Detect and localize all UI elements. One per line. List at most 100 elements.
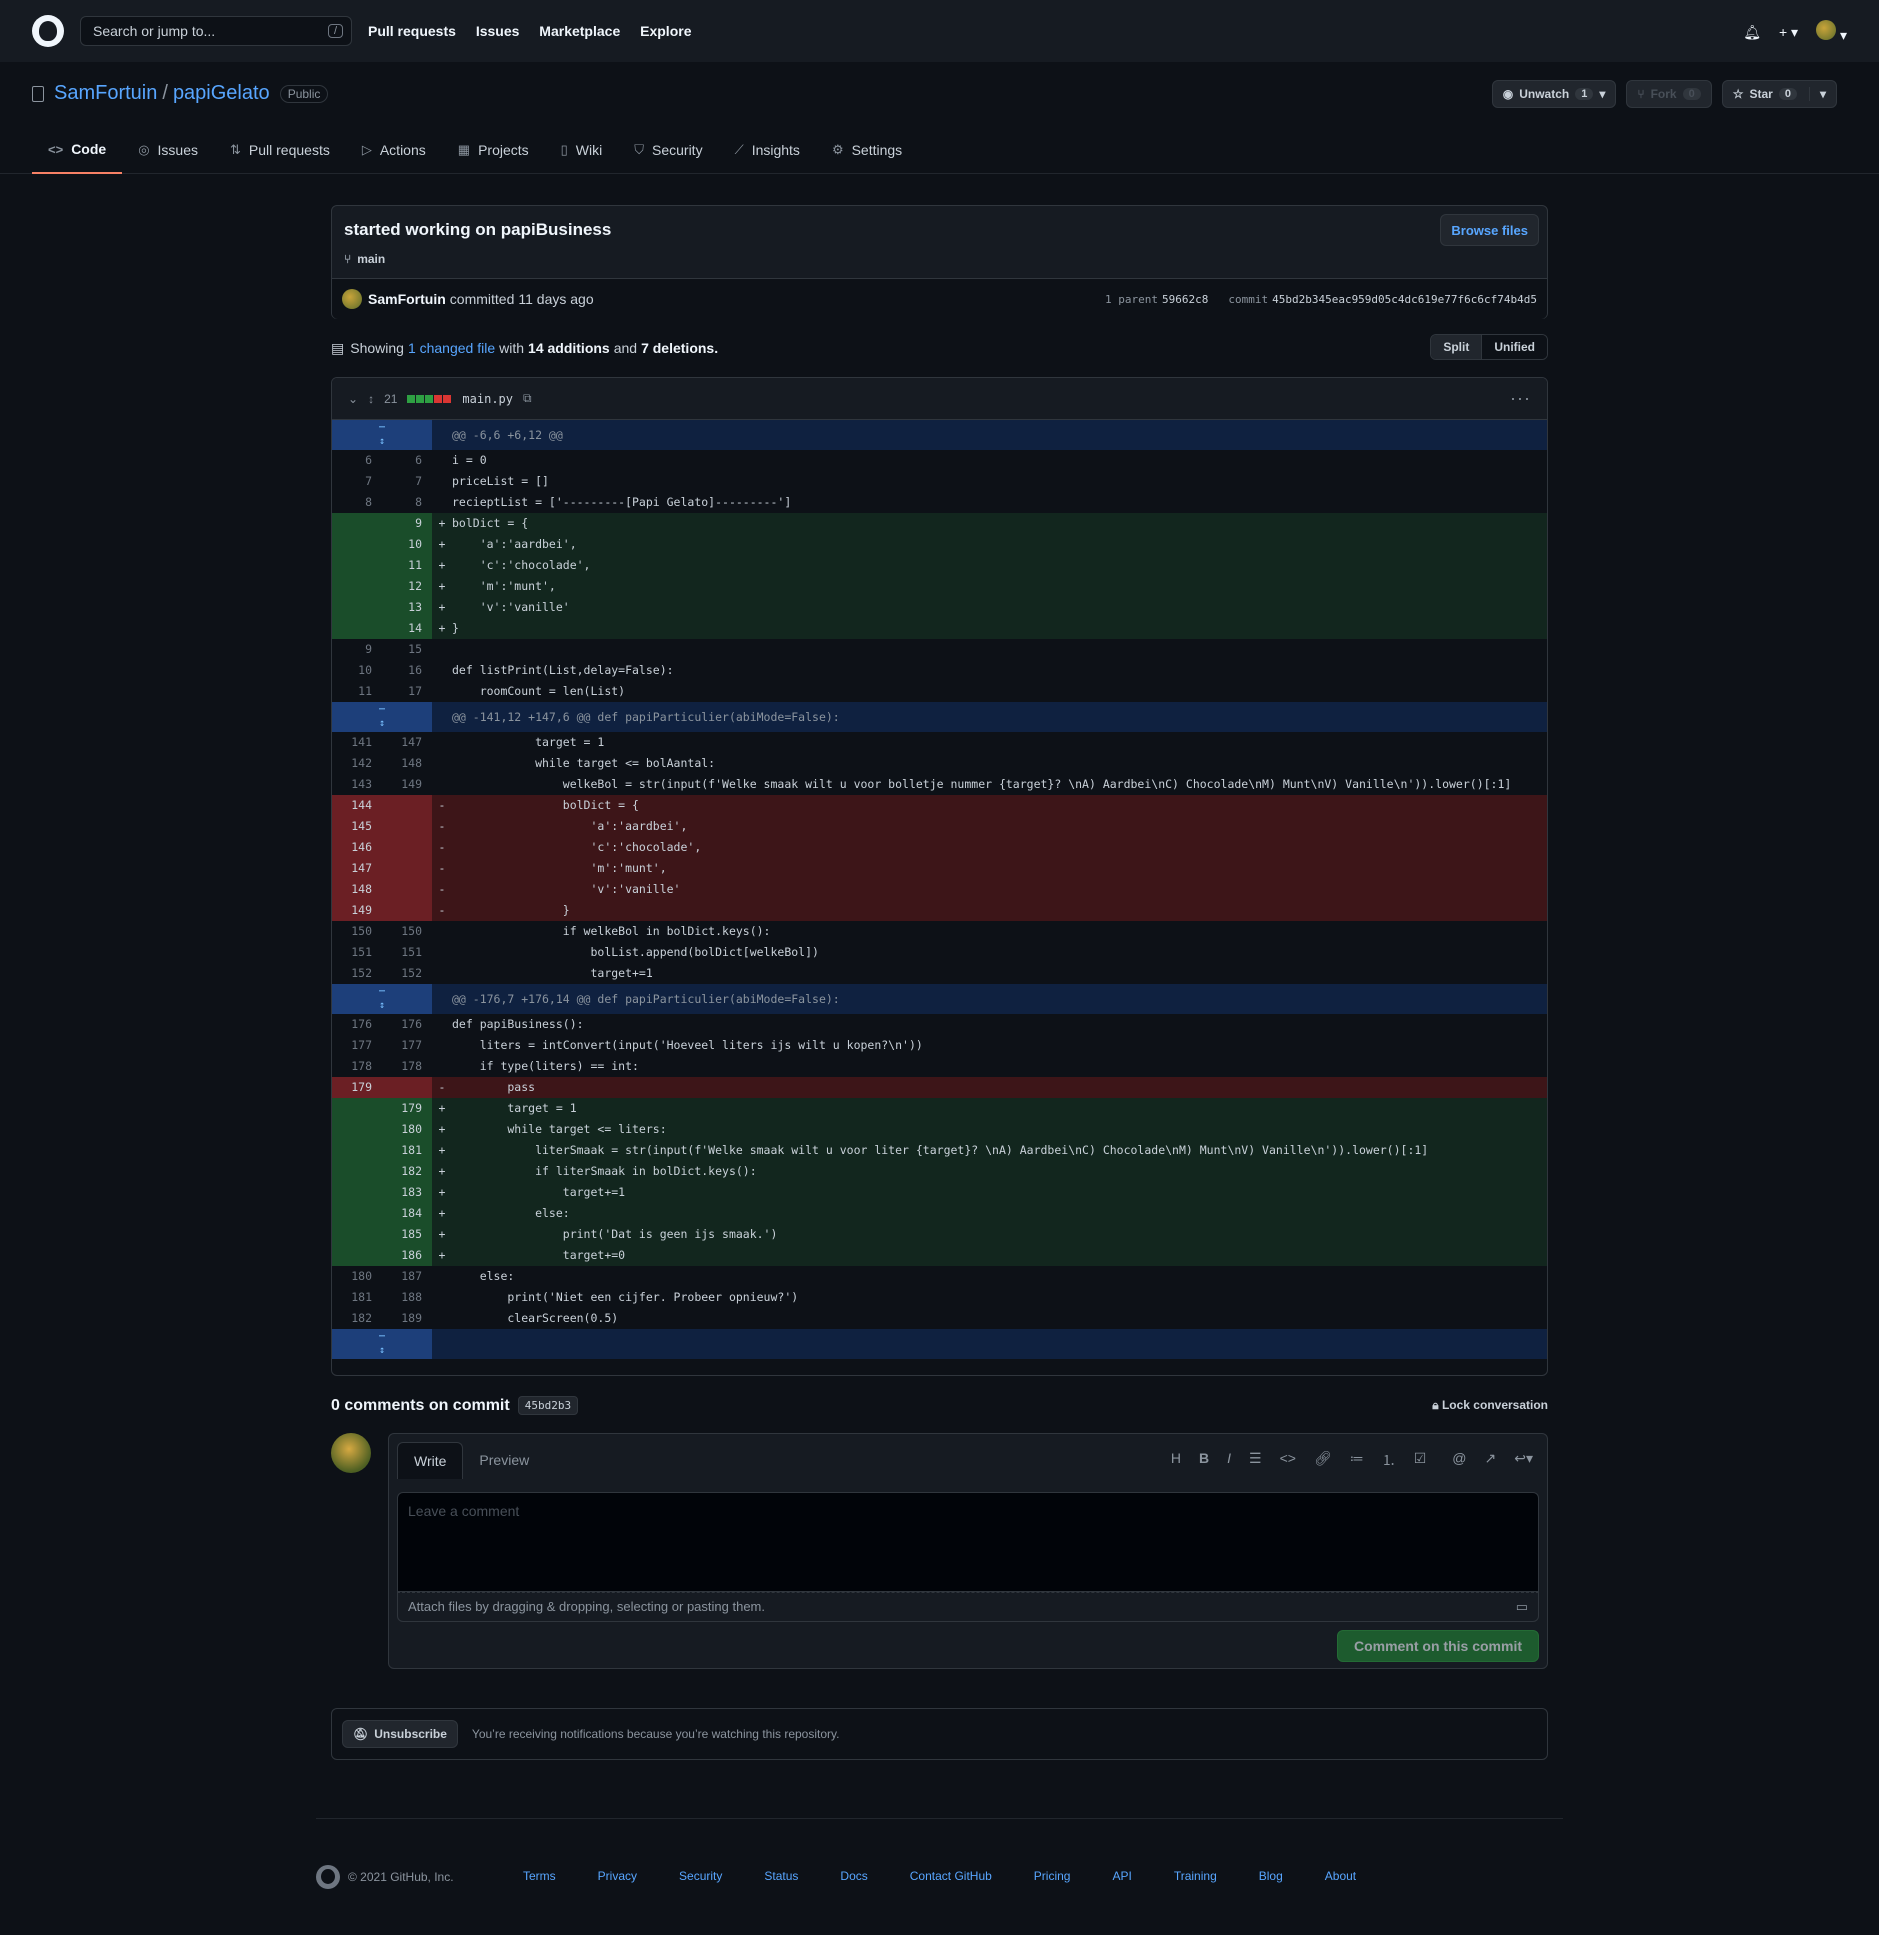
nav-pull-requests[interactable]: Pull requests (368, 23, 456, 39)
lock-conversation-button[interactable]: 🔒︎ Lock conversation (1432, 1398, 1548, 1413)
repo-name-link[interactable]: papiGelato (173, 82, 270, 105)
old-line-number[interactable]: 178 (332, 1056, 382, 1077)
old-line-number[interactable]: 11 (332, 681, 382, 702)
tab-code[interactable]: <> Code (32, 126, 123, 174)
expand-lines-icon[interactable]: ⋯ ↕ (332, 420, 432, 450)
old-line-number[interactable] (332, 534, 382, 555)
old-line-number[interactable]: 9 (332, 639, 382, 660)
footer-link[interactable]: Terms (523, 1869, 556, 1883)
new-line-number[interactable] (382, 816, 432, 837)
user-menu[interactable]: ▾ (1816, 20, 1847, 44)
new-line-number[interactable]: 13 (382, 597, 432, 618)
footer-link[interactable]: Training (1174, 1869, 1217, 1883)
expand-all-icon[interactable]: ↕ (368, 392, 374, 406)
chevron-down-icon[interactable]: ⌄ (348, 392, 358, 406)
old-line-number[interactable]: 148 (332, 879, 382, 900)
new-line-number[interactable] (382, 879, 432, 900)
new-line-number[interactable]: 189 (382, 1308, 432, 1329)
new-line-number[interactable]: 181 (382, 1140, 432, 1161)
tab-pull-requests[interactable]: ⇅ Pull requests (214, 126, 346, 174)
bulleted-list-icon[interactable]: ≔ (1350, 1450, 1364, 1470)
new-line-number[interactable]: 179 (382, 1098, 432, 1119)
tab-insights[interactable]: ⟋ Insights (719, 126, 816, 174)
old-line-number[interactable]: 144 (332, 795, 382, 816)
new-line-number[interactable]: 147 (382, 732, 432, 753)
new-line-number[interactable]: 184 (382, 1203, 432, 1224)
old-line-number[interactable]: 152 (332, 963, 382, 984)
old-line-number[interactable]: 146 (332, 837, 382, 858)
expand-lines-icon[interactable]: ⋯ ↕ (332, 702, 432, 732)
old-line-number[interactable] (332, 597, 382, 618)
new-line-number[interactable]: 187 (382, 1266, 432, 1287)
old-line-number[interactable]: 145 (332, 816, 382, 837)
new-line-number[interactable]: 180 (382, 1119, 432, 1140)
branch-label[interactable]: ⑂ main (344, 252, 385, 266)
unified-button[interactable]: Unified (1481, 335, 1547, 359)
old-line-number[interactable]: 177 (332, 1035, 382, 1056)
old-line-number[interactable]: 10 (332, 660, 382, 681)
new-line-number[interactable]: 6 (382, 450, 432, 471)
old-line-number[interactable]: 143 (332, 774, 382, 795)
new-line-number[interactable]: 17 (382, 681, 432, 702)
nav-explore[interactable]: Explore (640, 23, 691, 39)
star-dropdown-icon[interactable]: ▾ (1808, 87, 1826, 101)
old-line-number[interactable]: 8 (332, 492, 382, 513)
old-line-number[interactable]: 151 (332, 942, 382, 963)
old-line-number[interactable] (332, 618, 382, 639)
new-line-number[interactable]: 176 (382, 1014, 432, 1035)
split-button[interactable]: Split (1431, 335, 1482, 359)
footer-link[interactable]: API (1112, 1869, 1131, 1883)
new-line-number[interactable] (382, 900, 432, 921)
avatar[interactable] (342, 289, 362, 309)
reply-icon[interactable]: ↩▾ (1514, 1450, 1533, 1470)
footer-link[interactable]: Contact GitHub (910, 1869, 992, 1883)
tab-settings[interactable]: ⚙ Settings (816, 126, 918, 174)
nav-marketplace[interactable]: Marketplace (539, 23, 620, 39)
tab-actions[interactable]: ▷ Actions (346, 126, 442, 174)
footer-link[interactable]: Status (764, 1869, 798, 1883)
parent-sha-link[interactable]: 59662c8 (1162, 293, 1208, 306)
new-line-number[interactable]: 149 (382, 774, 432, 795)
expand-lines-icon[interactable]: ⋯ ↕ (332, 1329, 432, 1359)
new-line-number[interactable]: 183 (382, 1182, 432, 1203)
nav-issues[interactable]: Issues (476, 23, 520, 39)
kebab-menu-icon[interactable]: ··· (1510, 388, 1531, 409)
footer-link[interactable]: About (1325, 1869, 1356, 1883)
new-line-number[interactable]: 177 (382, 1035, 432, 1056)
task-list-icon[interactable]: ☑ (1414, 1450, 1427, 1470)
old-line-number[interactable]: 182 (332, 1308, 382, 1329)
new-line-number[interactable]: 186 (382, 1245, 432, 1266)
new-line-number[interactable]: 182 (382, 1161, 432, 1182)
search-input[interactable]: Search or jump to... / (80, 16, 352, 46)
old-line-number[interactable] (332, 1140, 382, 1161)
old-line-number[interactable]: 150 (332, 921, 382, 942)
new-line-number[interactable]: 185 (382, 1224, 432, 1245)
new-line-number[interactable]: 10 (382, 534, 432, 555)
old-line-number[interactable]: 176 (332, 1014, 382, 1035)
footer-link[interactable]: Pricing (1034, 1869, 1071, 1883)
tab-issues[interactable]: ◎ Issues (122, 126, 214, 174)
github-mark-icon[interactable] (316, 1865, 340, 1889)
new-line-number[interactable]: 151 (382, 942, 432, 963)
bell-icon[interactable]: 🔔︎ (1743, 24, 1761, 41)
tab-wiki[interactable]: ▯ Wiki (545, 126, 619, 174)
old-line-number[interactable] (332, 1182, 382, 1203)
old-line-number[interactable] (332, 1203, 382, 1224)
bold-icon[interactable]: B (1199, 1450, 1209, 1470)
old-line-number[interactable]: 6 (332, 450, 382, 471)
expand-lines-icon[interactable]: ⋯ ↕ (332, 984, 432, 1014)
new-line-number[interactable]: 148 (382, 753, 432, 774)
tab-write[interactable]: Write (397, 1442, 464, 1479)
old-line-number[interactable]: 141 (332, 732, 382, 753)
old-line-number[interactable]: 149 (332, 900, 382, 921)
old-line-number[interactable] (332, 1224, 382, 1245)
tab-security[interactable]: ⛉ Security (618, 126, 718, 174)
new-line-number[interactable]: 8 (382, 492, 432, 513)
old-line-number[interactable]: 181 (332, 1287, 382, 1308)
attach-files-area[interactable]: Attach files by dragging & dropping, sel… (397, 1592, 1539, 1622)
italic-icon[interactable]: I (1227, 1450, 1231, 1470)
reference-icon[interactable]: ↗ (1485, 1450, 1497, 1470)
old-line-number[interactable] (332, 1098, 382, 1119)
old-line-number[interactable]: 142 (332, 753, 382, 774)
repo-owner-link[interactable]: SamFortuin (54, 82, 157, 105)
